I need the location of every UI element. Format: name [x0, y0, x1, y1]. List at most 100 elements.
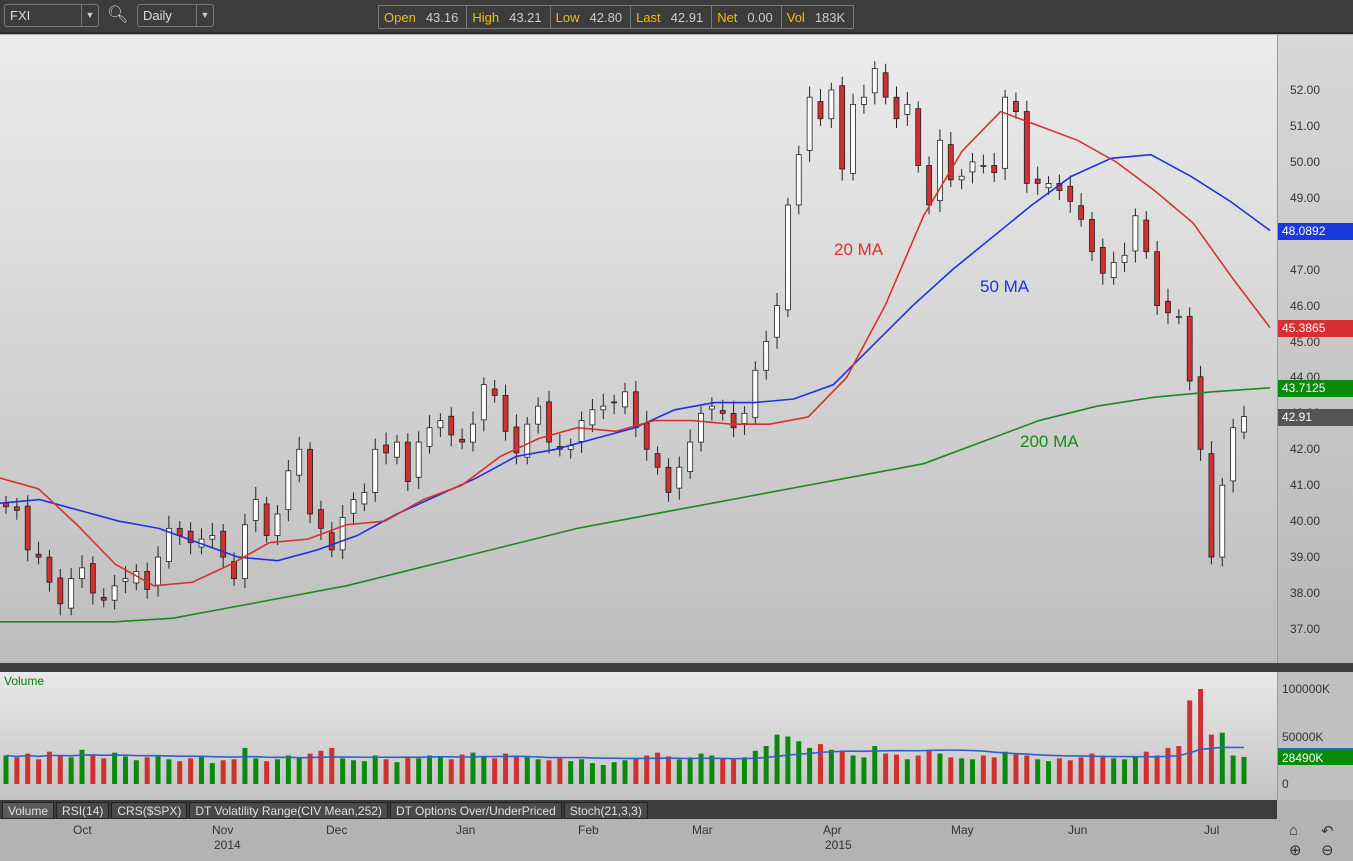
- volume-bar: [535, 759, 541, 784]
- candle: [828, 82, 835, 129]
- volume-bar: [785, 736, 791, 784]
- candle: [774, 293, 780, 349]
- symbol-value: FXI: [10, 8, 31, 23]
- quote-last: Last 42.91: [631, 6, 713, 28]
- candle: [1089, 212, 1095, 262]
- candle: [708, 397, 715, 421]
- volume-bar: [166, 759, 172, 784]
- candle: [296, 436, 303, 483]
- price-tick: 46.00: [1290, 298, 1321, 313]
- volume-bar: [589, 763, 595, 784]
- candle: [502, 384, 509, 441]
- last-value-badge: 42.91: [1278, 408, 1353, 426]
- price-tick: 41.00: [1290, 478, 1321, 493]
- volume-average-line: [5, 746, 1245, 760]
- quote-label: Open: [384, 10, 416, 25]
- quote-label: Net: [717, 10, 738, 25]
- candle: [155, 546, 161, 597]
- candle: [1002, 90, 1008, 180]
- tab-rsi-14-[interactable]: RSI(14): [56, 802, 110, 819]
- candle: [817, 88, 824, 126]
- volume-bar: [416, 758, 422, 784]
- volume-bar: [1056, 758, 1062, 784]
- candle: [1067, 175, 1074, 213]
- candle: [535, 397, 542, 434]
- candle: [350, 492, 357, 525]
- undo-icon[interactable]: ↶: [1321, 822, 1334, 840]
- candle: [404, 433, 411, 491]
- candle: [589, 398, 596, 433]
- candle: [1132, 208, 1139, 263]
- candle: [448, 407, 455, 447]
- candle: [893, 86, 900, 129]
- candle: [687, 429, 694, 479]
- candle: [415, 431, 422, 489]
- chevron-down-icon[interactable]: ▼: [196, 5, 213, 26]
- candle: [643, 410, 650, 461]
- candle: [763, 330, 770, 380]
- candle: [1023, 100, 1030, 193]
- tab-dt-volatility-range-civ-mean-252-[interactable]: DT Volatility Range(CIV Mean,252): [189, 802, 388, 819]
- tab-crs-spx-[interactable]: CRS($SPX): [111, 802, 188, 819]
- candle: [654, 446, 661, 475]
- zoom-out-icon[interactable]: ⊖: [1321, 841, 1334, 859]
- volume-bar: [991, 757, 997, 784]
- interval-combo[interactable]: Daily ▼: [137, 4, 214, 27]
- candle: [1175, 309, 1182, 325]
- candle: [611, 394, 618, 415]
- volume-bar: [351, 760, 357, 784]
- volume-bar: [546, 760, 552, 784]
- candle: [35, 541, 42, 565]
- month-label: Nov: [212, 823, 234, 837]
- price-chart[interactable]: 20 MA 50 MA 200 MA: [0, 35, 1277, 663]
- quote-label: Vol: [786, 10, 805, 25]
- candle: [242, 513, 248, 588]
- tab-dt-options-over-underpriced[interactable]: DT Options Over/UnderPriced: [389, 802, 562, 819]
- volume-pane[interactable]: Volume: [0, 672, 1277, 800]
- candle: [915, 101, 922, 173]
- volume-bar: [1241, 756, 1247, 784]
- candle: [1186, 307, 1193, 391]
- quote-label: Low: [555, 10, 580, 25]
- candle: [328, 521, 335, 558]
- chevron-down-icon[interactable]: ▼: [81, 5, 98, 26]
- volume-bar: [839, 751, 845, 784]
- search-icon[interactable]: 🔍︎: [107, 5, 129, 25]
- tab-stoch-21-3-3-[interactable]: Stoch(21,3,3): [563, 802, 648, 819]
- candle: [3, 496, 9, 514]
- candle: [567, 438, 574, 459]
- zoom-in-icon[interactable]: ⊕: [1289, 841, 1302, 859]
- candle: [861, 84, 867, 114]
- candle: [741, 406, 748, 435]
- tab-volume[interactable]: Volume: [2, 802, 55, 819]
- candle: [68, 567, 75, 616]
- volume-bar: [1198, 689, 1204, 784]
- volume-bar: [318, 750, 324, 784]
- volume-bar: [741, 757, 747, 784]
- volume-bar: [209, 763, 215, 784]
- volume-bar: [155, 755, 161, 784]
- candle: [1230, 418, 1237, 493]
- pane-divider[interactable]: [0, 663, 1353, 672]
- candle: [556, 433, 563, 457]
- volume-bar: [220, 760, 226, 784]
- volume-bar: [188, 758, 194, 784]
- ma50-value-badge: 48.0892: [1278, 222, 1353, 240]
- volume-bar: [1208, 734, 1214, 784]
- month-label: Oct: [73, 823, 92, 837]
- quote-value: 0.00: [747, 10, 773, 25]
- price-axis[interactable]: 52.0051.0050.0049.0048.0047.0046.0045.00…: [1277, 35, 1353, 663]
- year-label: 2015: [825, 838, 852, 852]
- ma20-value-badge: 45.3865: [1278, 319, 1353, 337]
- volume-bar: [1067, 760, 1073, 784]
- volume-bar: [752, 750, 758, 784]
- symbol-combo[interactable]: FXI ▼: [4, 4, 99, 27]
- volume-bar: [340, 758, 346, 784]
- candle: [57, 568, 64, 616]
- volume-bar: [264, 761, 270, 784]
- month-label: Jan: [456, 823, 476, 837]
- volume-bar: [850, 755, 856, 784]
- home-icon[interactable]: ⌂: [1289, 822, 1298, 839]
- quote-value: 183K: [814, 10, 846, 25]
- quote-value: 42.91: [670, 10, 704, 25]
